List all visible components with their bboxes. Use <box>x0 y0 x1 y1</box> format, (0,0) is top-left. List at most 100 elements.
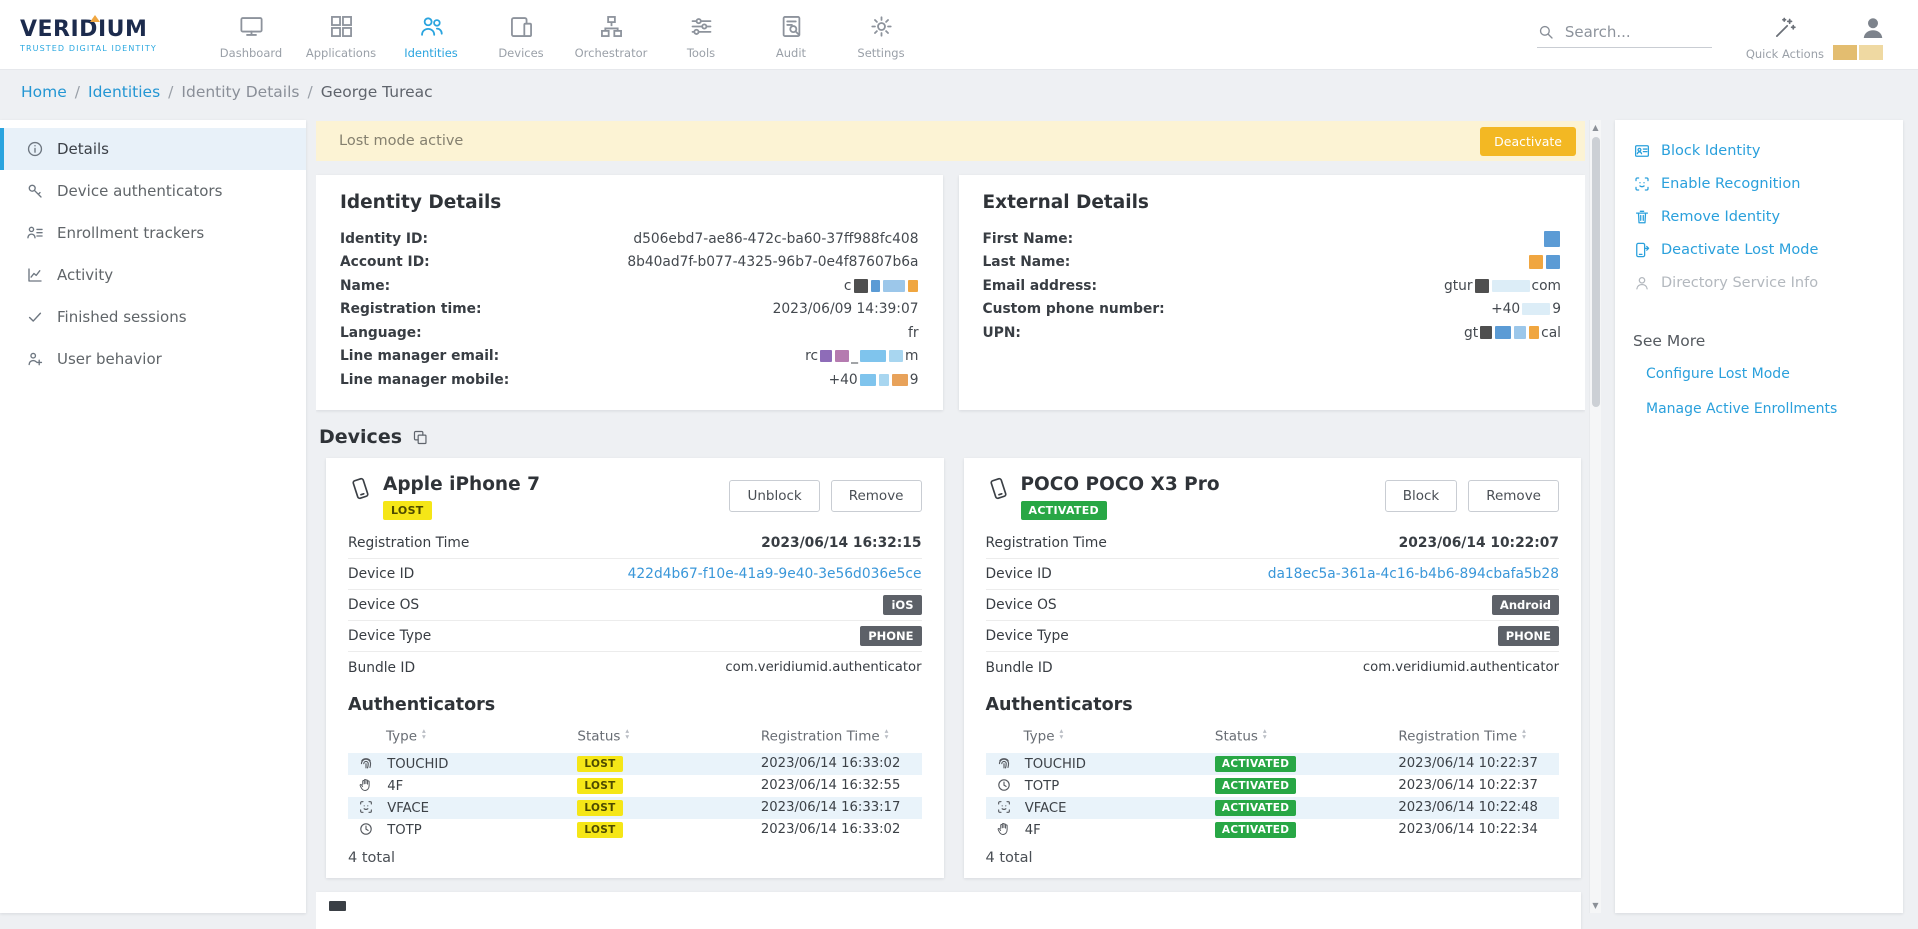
detail-value: fr <box>908 325 919 341</box>
nav-item-identities[interactable]: Identities <box>386 9 476 60</box>
device-field-label: Device ID <box>348 566 414 582</box>
person-icon <box>1633 274 1651 292</box>
nav-item-settings[interactable]: Settings <box>836 9 926 60</box>
device-field-value[interactable]: da18ec5a-361a-4c16-b4b6-894cbafa5b28 <box>1268 566 1559 582</box>
sort-by-status-header[interactable]: Status▴▾ <box>1215 723 1399 753</box>
identity-sidebar: Details Device authenticators Enrollment… <box>0 120 306 913</box>
search-input[interactable] <box>1565 23 1700 41</box>
remove-device-button[interactable]: Remove <box>831 480 922 512</box>
nav-item-tools[interactable]: Tools <box>656 9 746 60</box>
unblock-device-button[interactable]: Unblock <box>729 480 819 512</box>
audit-log-icon <box>778 13 805 40</box>
device-field-row: Device ID da18ec5a-361a-4c16-b4b6-894cba… <box>986 559 1560 590</box>
authenticators-title: Authenticators <box>348 695 922 715</box>
device-name: POCO POCO X3 Pro <box>1021 474 1220 495</box>
face-scan-icon <box>1633 175 1651 193</box>
nav-item-devices[interactable]: Devices <box>476 9 566 60</box>
logo-accent-triangle <box>90 15 100 22</box>
sort-icon: ▴▾ <box>1522 728 1526 739</box>
sort-by-time-header[interactable]: Registration Time▴▾ <box>761 723 922 753</box>
nav-item-applications[interactable]: Applications <box>296 9 386 60</box>
sort-by-type-header[interactable]: Type ▴▾ <box>986 723 1215 753</box>
quick-actions-button[interactable]: Quick Actions <box>1746 9 1824 61</box>
device-field-label: Bundle ID <box>986 660 1053 676</box>
detail-label: Account ID: <box>340 254 430 270</box>
detail-row: UPN: gtcal <box>983 321 1562 345</box>
authenticator-row: 4F LOST 2023/06/14 16:32:55 <box>348 775 922 797</box>
copy-icon[interactable] <box>412 429 429 446</box>
authenticator-time: 2023/06/14 16:33:02 <box>761 753 922 775</box>
sidebar-item-details[interactable]: Details <box>0 128 306 170</box>
breadcrumb-separator: / <box>75 83 80 101</box>
manage-active-enrollments-link[interactable]: Manage Active Enrollments <box>1646 401 1885 417</box>
authenticator-time: 2023/06/14 10:22:37 <box>1398 753 1559 775</box>
nav-item-audit[interactable]: Audit <box>746 9 836 60</box>
scrollbar-thumb[interactable] <box>1592 137 1600 407</box>
block-device-button[interactable]: Block <box>1385 480 1458 512</box>
sort-icon: ▴▾ <box>1060 728 1064 739</box>
sliders-icon <box>688 13 715 40</box>
sidebar-item-device-authenticators[interactable]: Device authenticators <box>0 170 306 212</box>
users-icon <box>418 13 445 40</box>
device-field-value: com.veridiumid.authenticator <box>725 660 921 675</box>
deactivate-lost-mode-link[interactable]: Deactivate Lost Mode <box>1633 241 1885 259</box>
detail-label: First Name: <box>983 231 1074 247</box>
sort-by-status-header[interactable]: Status▴▾ <box>577 723 761 753</box>
authenticator-time: 2023/06/14 16:33:02 <box>761 819 922 841</box>
authenticator-row: TOUCHID LOST 2023/06/14 16:33:02 <box>348 753 922 775</box>
nav-label: Devices <box>498 46 543 60</box>
configure-lost-mode-link[interactable]: Configure Lost Mode <box>1646 366 1885 382</box>
sort-by-type-header[interactable]: Type▴▾ <box>348 723 577 753</box>
remove-device-button[interactable]: Remove <box>1468 480 1559 512</box>
device-field-value[interactable]: 422d4b67-f10e-41a9-9e40-3e56d036e5ce <box>628 566 922 582</box>
quick-actions-label: Quick Actions <box>1746 47 1824 61</box>
detail-value <box>1543 231 1561 247</box>
nav-item-orchestrator[interactable]: Orchestrator <box>566 9 656 60</box>
brand-tagline: TRUSTED DIGITAL IDENTITY <box>20 44 192 53</box>
nav-item-dashboard[interactable]: Dashboard <box>206 9 296 60</box>
authenticator-time: 2023/06/14 10:22:34 <box>1398 819 1559 841</box>
column-header-label: Type <box>386 729 417 745</box>
enable-recognition-link[interactable]: Enable Recognition <box>1633 175 1885 193</box>
primary-nav: Dashboard Applications Identities Device… <box>206 9 926 60</box>
phone-export-icon <box>1633 241 1651 259</box>
sidebar-item-user-behavior[interactable]: User behavior <box>0 338 306 380</box>
fingerprint-icon <box>996 755 1012 771</box>
device-header: POCO POCO X3 Pro ACTIVATED Block Remove <box>986 474 1560 520</box>
veridium-logo[interactable]: VERIDIUM TRUSTED DIGITAL IDENTITY <box>20 17 192 53</box>
detail-value: 8b40ad7f-b077-4325-96b7-0e4f87607b6a <box>627 254 918 270</box>
identity-details-title: Identity Details <box>340 192 919 213</box>
main-scrollbar[interactable]: ▲ ▼ <box>1589 120 1601 913</box>
scroll-up-arrow[interactable]: ▲ <box>1592 120 1598 135</box>
sidebar-item-enrollment-trackers[interactable]: Enrollment trackers <box>0 212 306 254</box>
global-search[interactable] <box>1537 23 1712 48</box>
clipped-section-heading <box>329 901 346 911</box>
device-field-value: Android <box>1492 595 1559 615</box>
device-header: Apple iPhone 7 LOST Unblock Remove <box>348 474 922 520</box>
identity-details-card: Identity Details Identity ID: d506ebd7-a… <box>316 175 943 410</box>
sort-icon: ▴▾ <box>885 728 889 739</box>
see-more-heading: See More <box>1633 332 1885 350</box>
brand-name: VERIDIUM <box>20 17 192 42</box>
user-menu[interactable] <box>1858 9 1888 47</box>
identity-actions-panel: Block Identity Enable Recognition Remove… <box>1615 120 1903 913</box>
sort-by-time-header[interactable]: Registration Time▴▾ <box>1398 723 1559 753</box>
column-header-label: Type <box>1024 729 1055 745</box>
devices-icon <box>508 13 535 40</box>
sidebar-item-finished-sessions[interactable]: Finished sessions <box>0 296 306 338</box>
search-icon[interactable] <box>1537 23 1555 41</box>
device-status-badge: LOST <box>383 501 432 520</box>
scroll-down-arrow[interactable]: ▼ <box>1592 898 1598 913</box>
authenticator-row: 4F ACTIVATED 2023/06/14 10:22:34 <box>986 819 1560 841</box>
deactivate-lost-mode-button[interactable]: Deactivate <box>1480 127 1576 156</box>
column-header-label: Status <box>1215 729 1258 745</box>
person-sparkle-icon <box>26 350 44 368</box>
breadcrumb-identities[interactable]: Identities <box>88 83 160 101</box>
block-identity-link[interactable]: Block Identity <box>1633 142 1885 160</box>
detail-value: rc_m <box>805 348 918 364</box>
sidebar-item-activity[interactable]: Activity <box>0 254 306 296</box>
breadcrumb-home[interactable]: Home <box>21 83 67 101</box>
remove-identity-link[interactable]: Remove Identity <box>1633 208 1885 226</box>
device-field-label: Registration Time <box>348 535 469 551</box>
detail-row: Account ID: 8b40ad7f-b077-4325-96b7-0e4f… <box>340 251 919 275</box>
